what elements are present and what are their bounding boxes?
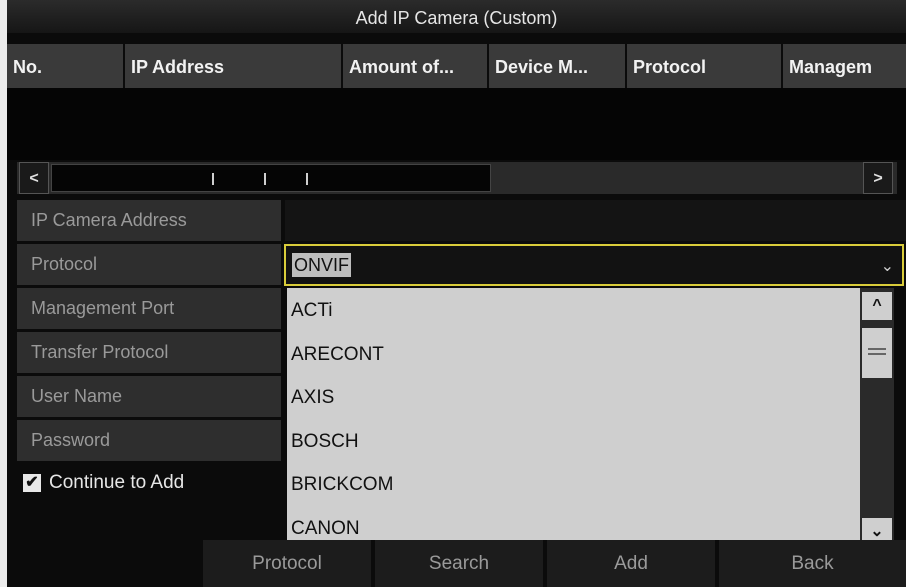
management-port-label: Management Port <box>17 288 281 329</box>
protocol-button[interactable]: Protocol <box>203 540 371 587</box>
protocol-label: Protocol <box>17 244 281 285</box>
scroll-thumb[interactable] <box>862 328 892 378</box>
dropdown-option-bosch[interactable]: BOSCH <box>287 419 860 463</box>
column-header-management-port[interactable]: Managem <box>783 44 906 88</box>
scroll-grip <box>868 348 886 350</box>
dropdown-vertical-scrollbar[interactable]: ^ ⌄ <box>860 288 894 550</box>
scroll-up-button[interactable]: ^ <box>862 292 892 320</box>
scroll-grip <box>306 173 308 185</box>
camera-table-body <box>7 88 906 160</box>
dropdown-option-axis[interactable]: AXIS <box>287 375 860 419</box>
dropdown-option-acti[interactable]: ACTi <box>287 288 860 332</box>
scroll-thumb[interactable] <box>51 164 491 192</box>
protocol-select[interactable]: ONVIF ⌄ <box>284 244 904 286</box>
scroll-grip <box>212 173 214 185</box>
dropdown-option-brickcom[interactable]: BRICKCOM <box>287 462 860 506</box>
scroll-right-button[interactable]: > <box>863 162 893 194</box>
column-header-device-model[interactable]: Device M... <box>489 44 627 88</box>
ip-camera-address-row: IP Camera Address <box>17 200 906 243</box>
button-bar: Protocol Search Add Back <box>7 540 906 587</box>
chevron-down-icon[interactable]: ⌄ <box>881 256 894 276</box>
dropdown-option-arecont[interactable]: ARECONT <box>287 332 860 376</box>
user-name-label: User Name <box>17 376 281 417</box>
add-ip-camera-dialog: Add IP Camera (Custom) No. IP Address Am… <box>7 0 906 587</box>
ip-camera-address-field[interactable] <box>285 200 906 241</box>
column-header-protocol[interactable]: Protocol <box>627 44 783 88</box>
password-label: Password <box>17 420 281 461</box>
add-button[interactable]: Add <box>547 540 715 587</box>
continue-to-add-checkbox[interactable]: ✔ <box>23 474 41 492</box>
protocol-selected-value: ONVIF <box>292 253 352 277</box>
column-header-amount[interactable]: Amount of... <box>343 44 489 88</box>
continue-to-add-label: Continue to Add <box>49 472 185 493</box>
back-button[interactable]: Back <box>719 540 906 587</box>
column-header-ip-address[interactable]: IP Address <box>125 44 343 88</box>
ip-camera-address-label: IP Camera Address <box>17 200 281 241</box>
protocol-dropdown-list: ACTi ARECONT AXIS BOSCH BRICKCOM CANON <box>287 288 860 550</box>
camera-table-header: No. IP Address Amount of... Device M... … <box>7 44 906 88</box>
column-header-no[interactable]: No. <box>7 44 125 88</box>
horizontal-scrollbar[interactable]: < > <box>17 162 897 194</box>
dialog-title: Add IP Camera (Custom) <box>7 0 906 33</box>
scroll-grip <box>868 353 886 355</box>
scroll-grip <box>264 173 266 185</box>
scroll-left-button[interactable]: < <box>19 162 49 194</box>
transfer-protocol-label: Transfer Protocol <box>17 332 281 373</box>
search-button[interactable]: Search <box>375 540 543 587</box>
